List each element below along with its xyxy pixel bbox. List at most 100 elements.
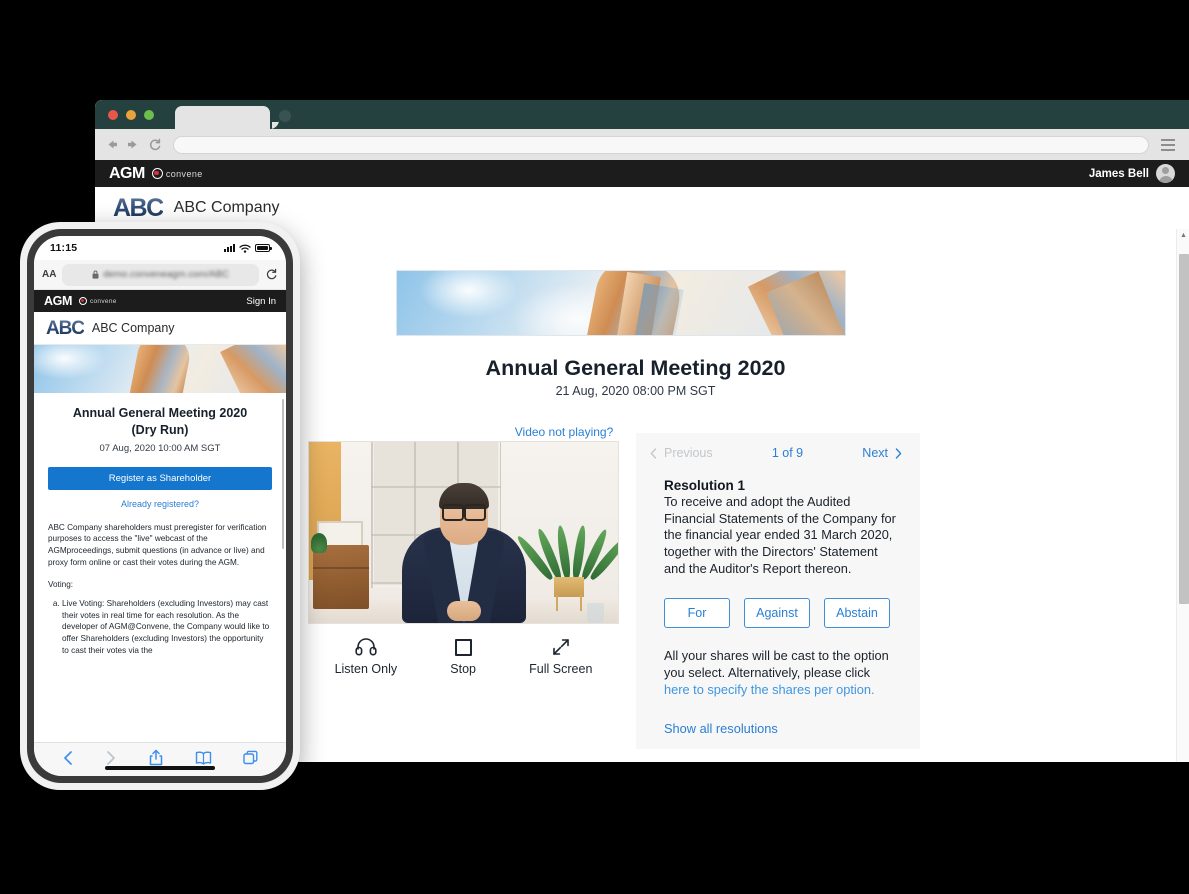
browser-tab[interactable]: [175, 106, 279, 129]
user-name: James Bell: [1088, 167, 1149, 180]
specify-shares-link[interactable]: here to specify the shares per option.: [664, 682, 875, 697]
phone-scrollbar[interactable]: [281, 399, 284, 549]
reload-icon[interactable]: [265, 268, 278, 281]
phone-meeting-title-line2: (Dry Run): [131, 422, 189, 437]
resolution-counter: 1 of 9: [771, 446, 804, 460]
maximize-window-button[interactable]: [144, 110, 154, 120]
reload-icon[interactable]: [145, 135, 165, 155]
forward-icon[interactable]: [105, 750, 117, 766]
phone-voting-list: Live Voting: Shareholders (excluding Inv…: [48, 598, 272, 657]
phone-company-header: ABC ABC Company: [34, 312, 286, 345]
previous-resolution-button[interactable]: Previous: [650, 446, 713, 460]
scroll-up-icon[interactable]: ▲: [1177, 229, 1189, 242]
resolution-title: Resolution 1: [664, 478, 746, 493]
new-tab-button[interactable]: [279, 110, 291, 122]
phone-meeting-datetime: 07 Aug, 2020 10:00 AM SGT: [99, 442, 221, 454]
vote-note-line2: you select. Alternatively, please click: [664, 665, 871, 681]
user-menu[interactable]: James Bell: [1089, 164, 1175, 183]
vote-note: All your shares will be cast to the opti…: [664, 648, 898, 699]
phone-meeting-title-line1: Annual General Meeting 2020: [72, 406, 248, 420]
back-icon[interactable]: [101, 135, 121, 155]
close-window-button[interactable]: [108, 110, 118, 120]
phone-page-content: Annual General Meeting 2020 (Dry Run) 07…: [34, 345, 286, 742]
phone-voting-label: Voting:: [48, 579, 74, 589]
forward-icon[interactable]: [123, 135, 143, 155]
company-logo: ABC: [113, 193, 164, 222]
phone-paragraph: ABC Company shareholders must preregiste…: [48, 522, 267, 567]
full-screen-button[interactable]: Full Screen: [529, 635, 592, 676]
agm-convene-logo[interactable]: AGM convene: [109, 165, 203, 183]
signal-icon: [224, 244, 235, 252]
vote-against-button[interactable]: Against: [744, 598, 810, 629]
bookmarks-icon[interactable]: [195, 751, 212, 765]
list-item: Live Voting: Shareholders (excluding Inv…: [62, 598, 272, 657]
sign-in-button[interactable]: Sign In: [246, 296, 276, 307]
home-indicator: [105, 766, 215, 770]
browser-toolbar: [95, 129, 1189, 160]
vote-buttons: For Against Abstain: [664, 598, 898, 629]
listen-only-label: Listen Only: [334, 662, 398, 676]
phone-convene-logo-text: convene: [89, 297, 117, 305]
vote-abstain-button[interactable]: Abstain: [824, 598, 890, 629]
tabs-icon[interactable]: [243, 750, 258, 765]
battery-icon: [255, 244, 272, 252]
phone-app-header: AGM convene Sign In: [34, 290, 286, 312]
phone-frame: 11:15 AA demo.conveneagm.com/ABC AGM con…: [27, 229, 293, 783]
resolution-panel: Previous 1 of 9 Next Resolution 1 To rec…: [636, 433, 920, 749]
phone-mockup: 11:15 AA demo.conveneagm.com/ABC AGM con…: [20, 222, 300, 790]
chevron-left-icon: [650, 447, 657, 459]
browser-titlebar: [95, 100, 1189, 129]
presenter: [401, 477, 526, 623]
back-icon[interactable]: [62, 750, 74, 766]
phone-meeting-banner-image: [34, 345, 286, 393]
vote-for-button[interactable]: For: [664, 598, 730, 629]
plant-decoration: [514, 513, 618, 611]
phone-screen: 11:15 AA demo.conveneagm.com/ABC AGM con…: [34, 236, 286, 776]
window-controls[interactable]: [108, 110, 154, 120]
safari-address-bar: AA demo.conveneagm.com/ABC: [34, 260, 286, 290]
fullscreen-icon: [551, 635, 571, 659]
vote-note-line1: All your shares will be cast to the opti…: [664, 648, 889, 664]
chevron-right-icon: [895, 447, 902, 459]
next-resolution-button[interactable]: Next: [862, 446, 902, 460]
content-fade-overlay: [34, 726, 286, 742]
already-registered-link[interactable]: Already registered?: [48, 499, 272, 509]
url-text: demo.conveneagm.com/ABC: [103, 269, 230, 280]
register-as-shareholder-button[interactable]: Register as Shareholder: [48, 466, 272, 490]
text-size-button[interactable]: AA: [42, 269, 56, 280]
phone-company-logo: ABC: [46, 317, 85, 339]
status-time: 11:15: [50, 242, 78, 254]
stop-label: Stop: [450, 662, 476, 676]
glasses-icon: [441, 504, 486, 521]
convene-logo-text: convene: [165, 168, 203, 179]
agm-logo-text: AGM: [109, 164, 145, 182]
phone-agm-convene-logo[interactable]: AGM convene: [44, 294, 117, 308]
headphones-icon: [355, 635, 377, 659]
phone-convene-logo: convene: [78, 297, 117, 305]
listen-only-button[interactable]: Listen Only: [334, 635, 398, 676]
address-bar[interactable]: [173, 135, 1149, 154]
phone-status-bar: 11:15: [34, 236, 286, 260]
webcast-video[interactable]: [308, 441, 619, 624]
avatar[interactable]: [1156, 164, 1175, 183]
screenshot-stage: AGM convene James Bell ABC ABC Company A…: [0, 0, 1189, 894]
previous-label: Previous: [664, 446, 713, 460]
safari-toolbar: [34, 742, 286, 776]
next-label: Next: [862, 446, 888, 460]
vertical-scrollbar[interactable]: ▲ ▼: [1176, 229, 1189, 762]
stop-button[interactable]: Stop: [450, 635, 476, 676]
browser-menu-icon[interactable]: [1157, 135, 1179, 155]
minimize-window-button[interactable]: [126, 110, 136, 120]
phone-company-name: ABC Company: [91, 321, 175, 335]
share-icon[interactable]: [149, 749, 163, 766]
company-name: ABC Company: [173, 199, 280, 216]
scrollbar-thumb[interactable]: [1178, 254, 1189, 604]
show-all-resolutions-link[interactable]: Show all resolutions: [664, 721, 898, 736]
media-controls: Listen Only Stop Full Screen: [308, 631, 619, 676]
wifi-icon: [239, 244, 251, 253]
full-screen-label: Full Screen: [529, 662, 593, 676]
resolution-navigation: Previous 1 of 9 Next: [636, 433, 920, 460]
convene-mark-icon: [78, 297, 87, 305]
url-field[interactable]: demo.conveneagm.com/ABC: [62, 263, 259, 286]
resolution-text: To receive and adopt the Audited Financi…: [664, 494, 896, 576]
